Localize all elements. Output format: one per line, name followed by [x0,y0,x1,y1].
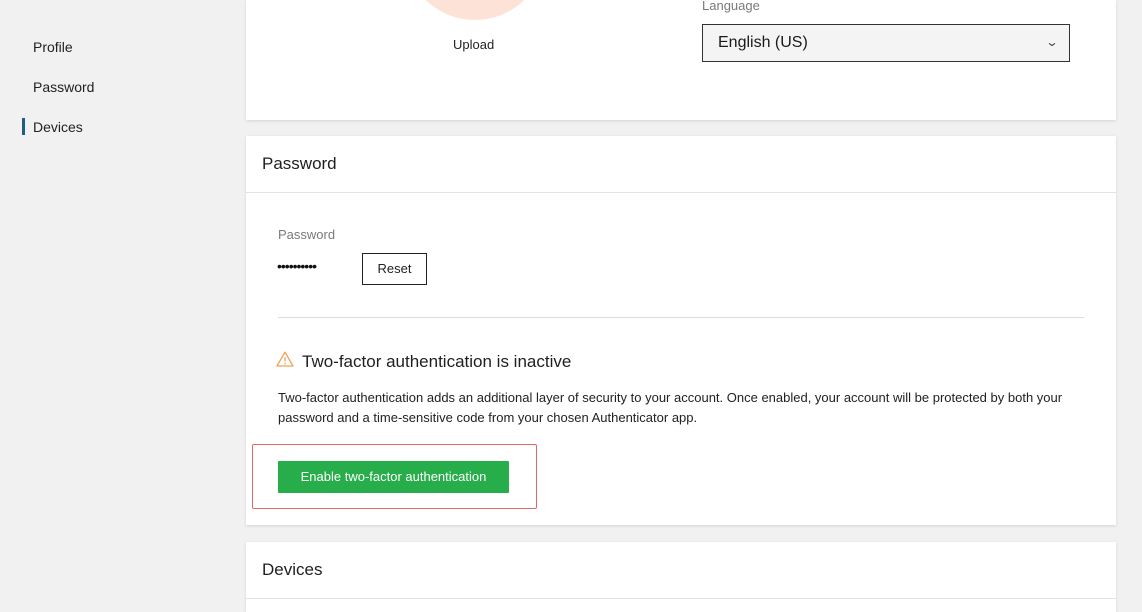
reset-password-button[interactable]: Reset [362,253,427,285]
section-divider [278,317,1084,318]
password-card: Password Password •••••••••• Reset Two-f… [246,136,1116,525]
upload-link[interactable]: Upload [453,37,494,52]
warning-triangle-icon [276,351,294,372]
language-select-value: English (US) [718,34,808,51]
devices-card-title: Devices [246,542,1116,599]
enable-2fa-button[interactable]: Enable two-factor authentication [278,461,509,493]
password-card-title: Password [246,136,1116,193]
password-masked-value: •••••••••• [277,258,317,274]
settings-sidebar: Profile Password Devices [0,0,230,600]
tfa-description: Two-factor authentication adds an additi… [278,390,1063,425]
language-select[interactable]: English (US) ⌄ [702,24,1070,62]
chevron-down-icon: ⌄ [1045,35,1059,49]
avatar[interactable] [404,0,546,20]
password-field-label: Password [278,227,336,242]
language-label: Language [702,0,760,13]
profile-card: Upload Language English (US) ⌄ [246,0,1116,120]
sidebar-item-devices[interactable]: Devices [22,118,83,136]
tfa-status-heading: Two-factor authentication is inactive [302,352,572,371]
sidebar-item-password[interactable]: Password [33,78,94,96]
devices-card: Devices [246,542,1116,612]
sidebar-item-profile[interactable]: Profile [33,38,73,56]
